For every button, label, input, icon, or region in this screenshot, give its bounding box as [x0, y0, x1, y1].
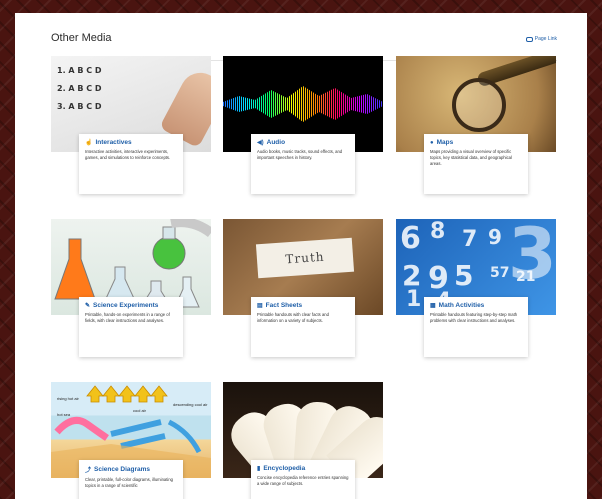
card-caption: ⤴ Science Diagrams Clear, printable, full…: [79, 460, 183, 499]
card-title[interactable]: ▤ Fact Sheets: [257, 302, 349, 309]
card-caption: ▮ Encyclopedia Concise encyclopedia refer…: [251, 460, 355, 499]
digit: 8: [430, 219, 446, 244]
page-link-label: Page Link: [534, 36, 557, 42]
diagram-label: rising hot air: [57, 396, 79, 401]
card-description: Interactive activities, interactive expe…: [85, 149, 171, 160]
quiz-row: 1. A B C D: [57, 66, 102, 75]
card-description: Concise encyclopedia reference entries s…: [257, 475, 349, 486]
page-link[interactable]: Page Link: [525, 36, 557, 42]
diagram-label: descending cool air: [173, 402, 208, 407]
digit: 7: [462, 227, 478, 252]
globe-icon: ●: [430, 139, 434, 146]
section-title: Other Media: [51, 32, 112, 44]
grid-icon: ▦: [430, 303, 436, 309]
card-description: Audio books, music tracks, sound effects…: [257, 149, 343, 160]
card-description: Maps providing a visual overview of spec…: [430, 149, 512, 166]
speaker-icon: ◀): [257, 140, 264, 146]
card-description: Clear, printable, full-color diagrams, i…: [85, 477, 173, 488]
media-panel: Other Media Page Link 1. A B C D 2. A B …: [15, 13, 587, 499]
document-icon: ▤: [257, 303, 263, 309]
digit: 9: [488, 225, 502, 249]
card-title[interactable]: ✎ Science Experiments: [85, 302, 177, 309]
card-description: Printable, hands-on experiments in a ran…: [85, 312, 170, 323]
card-title[interactable]: ⤴ Science Diagrams: [85, 465, 177, 474]
diagram-label: hot sea: [57, 412, 71, 417]
quiz-row: 2. A B C D: [57, 84, 102, 93]
chart-icon: ⤴: [85, 468, 92, 474]
card-caption: ☝ Interactives Interactive activities, in…: [79, 134, 183, 194]
truth-slip: Truth: [255, 237, 355, 279]
card-title[interactable]: ◀) Audio: [257, 139, 349, 146]
card-title[interactable]: ● Maps: [430, 139, 522, 146]
quiz-row: 3. A B C D: [57, 102, 102, 111]
card-title[interactable]: ▦ Math Activities: [430, 302, 522, 309]
card-caption: ▦ Math Activities Printable handouts feat…: [424, 297, 528, 357]
card-title[interactable]: ▮ Encyclopedia: [257, 465, 349, 472]
card-caption: ◀) Audio Audio books, music tracks, sound…: [251, 134, 355, 194]
link-icon: [525, 36, 533, 42]
card-caption: ✎ Science Experiments Printable, hands-on…: [79, 297, 183, 357]
pencil-icon: ✎: [85, 303, 91, 309]
digit: 1: [406, 287, 422, 312]
book-icon: ▮: [257, 466, 261, 472]
card-caption: ▤ Fact Sheets Printable handouts with cle…: [251, 297, 355, 357]
digit: 5: [454, 259, 474, 292]
card-title[interactable]: ☝ Interactives: [85, 139, 177, 146]
digit: 21: [516, 269, 536, 285]
card-description: Printable handouts featuring step-by-ste…: [430, 312, 518, 323]
sound-wave: [223, 86, 383, 122]
digit: 57: [490, 265, 510, 281]
digit: 6: [400, 221, 421, 256]
magnifier-shape: [452, 78, 506, 132]
card-caption: ● Maps Maps providing a visual overview o…: [424, 134, 528, 194]
pointer-icon: ☝: [85, 140, 93, 146]
diagram-label: cool air: [133, 408, 146, 413]
card-description: Printable handouts with clear facts and …: [257, 312, 329, 323]
